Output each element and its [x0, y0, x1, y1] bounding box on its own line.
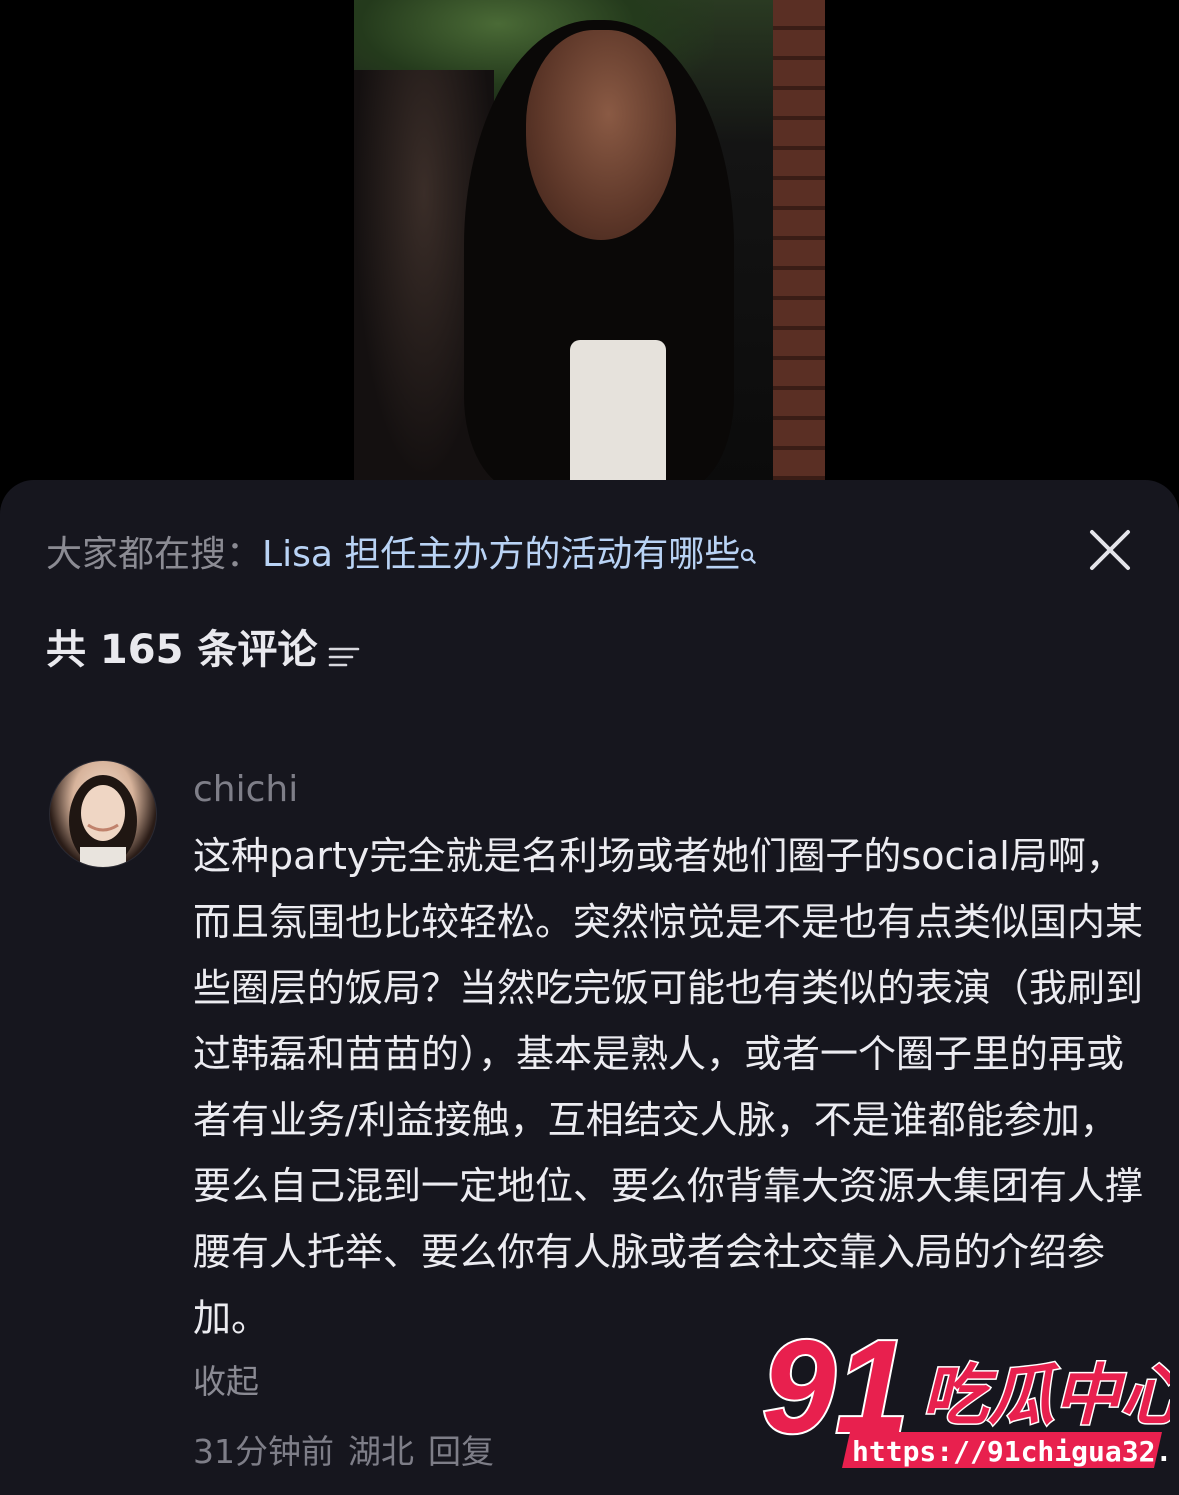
- comment-count: 共 165 条评论: [46, 624, 361, 676]
- reply-button[interactable]: 回复: [428, 1432, 494, 1471]
- video-frame: [354, 0, 825, 480]
- video-subject-face: [526, 30, 676, 240]
- search-hint-prefix: 大家都在搜：: [46, 534, 263, 575]
- video-brick-wall: [773, 0, 825, 480]
- comment-location: 湖北: [348, 1432, 414, 1471]
- close-icon[interactable]: [1086, 526, 1134, 574]
- search-hint-query[interactable]: Lisa 担任主办方的活动有哪些: [262, 534, 740, 575]
- comment-meta: 31分钟前 湖北 回复: [193, 1430, 508, 1474]
- comment-count-label: 共 165 条评论: [46, 627, 318, 673]
- comment-body: 这种party完全就是名利场或者她们圈子的social局啊，而且氛围也比较轻松。…: [193, 834, 1144, 1340]
- comment-sheet: 大家都在搜：Lisa 担任主办方的活动有哪些 共 165 条评论 chichi …: [0, 480, 1179, 1495]
- sort-icon[interactable]: [327, 634, 361, 667]
- avatar[interactable]: [49, 760, 157, 868]
- comment-time: 31分钟前: [193, 1432, 334, 1471]
- search-hint[interactable]: 大家都在搜：Lisa 担任主办方的活动有哪些: [46, 532, 757, 578]
- collapse-button[interactable]: 收起: [193, 1360, 259, 1404]
- search-icon[interactable]: [740, 534, 757, 564]
- comment-author[interactable]: chichi: [193, 767, 298, 813]
- video-subject-top: [570, 340, 666, 480]
- video-player[interactable]: [0, 0, 1179, 480]
